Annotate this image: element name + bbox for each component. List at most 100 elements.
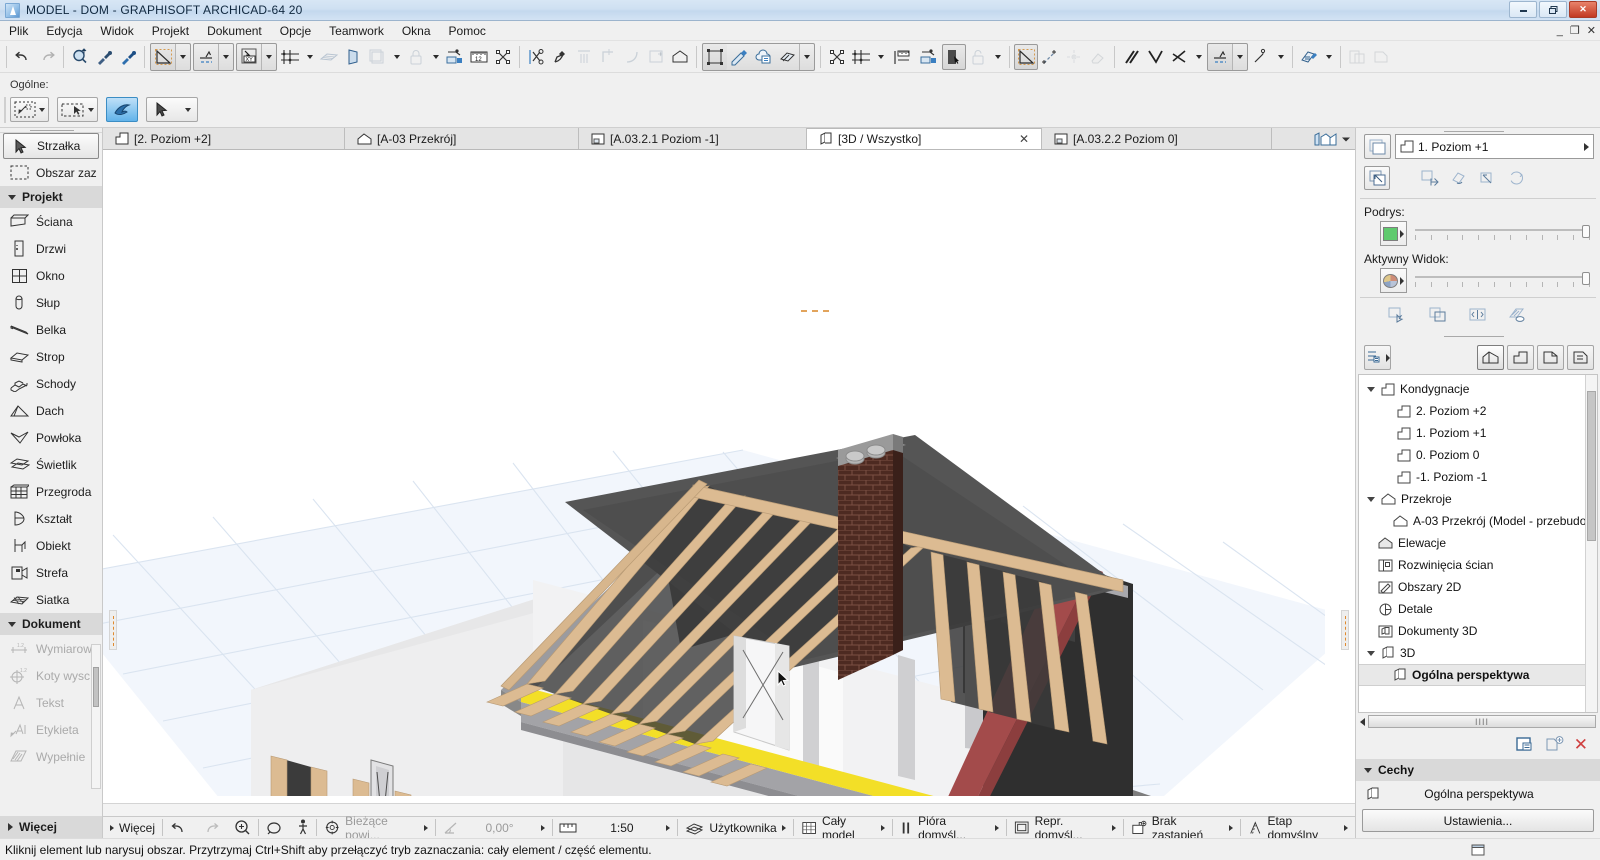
window-restore-icon[interactable] (1471, 842, 1488, 857)
teamwork-send-icon[interactable] (443, 44, 467, 70)
toolbox-item-fill[interactable]: Wypełnie (0, 743, 102, 770)
toolbox-drag-handle[interactable] (0, 128, 102, 133)
toolbox-item-slab[interactable]: Strop (0, 343, 102, 370)
settings-button[interactable]: Ustawienia... (1362, 809, 1594, 832)
eyedropper-icon[interactable] (92, 44, 116, 70)
toolbox-scrollbar-thumb[interactable] (93, 667, 99, 707)
group-elements-icon[interactable] (825, 44, 849, 70)
storey-settings-button[interactable] (1364, 134, 1391, 159)
tree-item-3d[interactable]: 3D (1359, 642, 1597, 664)
copy-underlay-icon[interactable] (1424, 303, 1450, 327)
podrys-intensity-slider[interactable] (1415, 223, 1590, 245)
refresh-icon[interactable] (1503, 166, 1529, 190)
chevron-right-icon[interactable] (666, 825, 670, 831)
chevron-right-icon[interactable] (424, 825, 428, 831)
wall-elevation-icon[interactable] (341, 44, 365, 70)
tab-a0321-poziom-m1[interactable]: [A.03.2.1 Poziom -1] (579, 128, 807, 149)
chevron-right-icon[interactable] (1584, 143, 1589, 151)
aktywny-color-button[interactable] (1380, 268, 1407, 293)
redo-button[interactable] (35, 44, 59, 70)
slider-knob[interactable] (1582, 272, 1590, 285)
edit-layout-icon[interactable] (1297, 44, 1321, 70)
toolbox-scrollbar[interactable] (91, 644, 101, 789)
aktywny-intensity-slider[interactable] (1415, 270, 1590, 292)
scale-button[interactable]: 1:50 (552, 817, 677, 839)
layers-stack-icon[interactable] (365, 44, 389, 70)
selection-dropdown-arrow[interactable] (88, 108, 94, 112)
layers-dropdown[interactable] (389, 44, 404, 70)
chevron-right-icon[interactable] (1344, 825, 1348, 831)
snap-dropdown[interactable] (218, 44, 233, 70)
toolbox-item-beam[interactable]: Belka (0, 316, 102, 343)
viewport-marker-right[interactable] (1341, 610, 1349, 650)
toolbox-item-window[interactable]: Okno (0, 262, 102, 289)
grid-snap2-dropdown[interactable] (873, 44, 888, 70)
snap-guide-icon[interactable] (194, 44, 218, 70)
syringe-icon[interactable] (116, 44, 140, 70)
tree-item-poziom-minus1[interactable]: -1. Poziom -1 (1359, 466, 1597, 488)
tree-item-detale[interactable]: Detale (1359, 598, 1597, 620)
tree-item-poziom-plus2[interactable]: 2. Poziom +2 (1359, 400, 1597, 422)
toolbox-item-label[interactable]: Etykieta (0, 716, 102, 743)
rotate-storey-icon[interactable] (1445, 166, 1471, 190)
undo-status-button[interactable] (163, 817, 195, 839)
toolbox-item-level-dimension[interactable]: 1.2 Koty wysc (0, 662, 102, 689)
current-enlargement-button[interactable]: Bieżące powi... (317, 817, 435, 839)
undo-button[interactable] (11, 44, 35, 70)
chevron-right-icon[interactable] (1229, 825, 1233, 831)
measure-icon[interactable]: 12 (467, 44, 491, 70)
model-view-options-button[interactable]: Repr. domyśl... (1007, 817, 1123, 839)
scissors-icon[interactable] (524, 44, 548, 70)
toolbox-item-object[interactable]: Obiekt (0, 532, 102, 559)
underlay-settings-icon[interactable] (1504, 303, 1530, 327)
show-previous-storey-icon[interactable] (1364, 166, 1390, 190)
toolbox-item-door[interactable]: Drzwi (0, 235, 102, 262)
cloud-info-icon[interactable] (751, 44, 775, 70)
chevron-right-icon[interactable] (995, 825, 999, 831)
graphic-override-button[interactable]: Brak zastąpień (1124, 817, 1240, 839)
parallel-lines-icon[interactable] (1119, 44, 1143, 70)
menu-projekt[interactable]: Projekt (143, 22, 198, 40)
tree-twisty[interactable] (1365, 497, 1376, 502)
project-map-tree[interactable]: Kondygnacje 2. Poziom +2 1. Poziom +1 (1358, 374, 1598, 713)
toolbox-item-curtain-wall[interactable]: Przegroda (0, 478, 102, 505)
podrys-color-button[interactable] (1380, 221, 1407, 246)
snap-guide2-icon[interactable] (1208, 44, 1232, 70)
zoom-selection-icon[interactable] (68, 44, 92, 70)
partial-structure-button[interactable]: Cały model (794, 817, 893, 839)
tree-item-poziom-plus1[interactable]: 1. Poziom +1 (1359, 422, 1597, 444)
angle-lines-icon[interactable] (1143, 44, 1167, 70)
tree-vertical-scrollbar[interactable] (1585, 375, 1597, 712)
tree-item-elewacje[interactable]: Elewacje (1359, 532, 1597, 554)
guide-cross-icon[interactable] (1062, 44, 1086, 70)
layer-combination-button[interactable]: Użytkownika (678, 817, 792, 839)
maximize-button[interactable] (1539, 1, 1567, 18)
3d-cutaway-dropdown[interactable] (799, 44, 814, 70)
toolbox-group-projekt[interactable]: Projekt (0, 186, 102, 208)
dimension-ruler-icon[interactable] (888, 44, 915, 70)
chevron-right-icon[interactable] (782, 825, 786, 831)
home-roof-icon[interactable] (668, 44, 692, 70)
mirror-storey-icon[interactable] (1474, 166, 1500, 190)
tree-twisty[interactable] (1365, 387, 1376, 392)
element-settings-icon[interactable] (703, 44, 727, 70)
grid-snap-dropdown[interactable] (302, 44, 317, 70)
toolbox-item-marquee[interactable]: Obszar zaz (0, 159, 102, 186)
menu-pomoc[interactable]: Pomoc (440, 22, 495, 40)
info-box-handle[interactable] (4, 97, 6, 123)
eraser-icon[interactable] (1086, 44, 1110, 70)
guide-segment-icon[interactable] (1038, 44, 1062, 70)
tab-a03-przekroj[interactable]: [A-03 Przekrój] (345, 128, 579, 149)
settings-view-icon[interactable] (1516, 736, 1535, 753)
menu-plik[interactable]: Plik (0, 22, 37, 40)
navigator-publisher-tab[interactable] (1567, 345, 1594, 370)
tab-3d-wszystko[interactable]: [3D / Wszystko] ✕ (807, 128, 1042, 149)
walk-button[interactable] (290, 817, 316, 839)
lock-dropdown[interactable] (428, 44, 443, 70)
toolbox-group-dokument[interactable]: Dokument (0, 613, 102, 635)
corner-icon[interactable] (596, 44, 620, 70)
guide-line-icon[interactable] (151, 44, 175, 70)
toolbox-item-zone[interactable]: Strefa (0, 559, 102, 586)
lock-icon[interactable] (404, 44, 428, 70)
unlock-dropdown[interactable] (990, 44, 1005, 70)
